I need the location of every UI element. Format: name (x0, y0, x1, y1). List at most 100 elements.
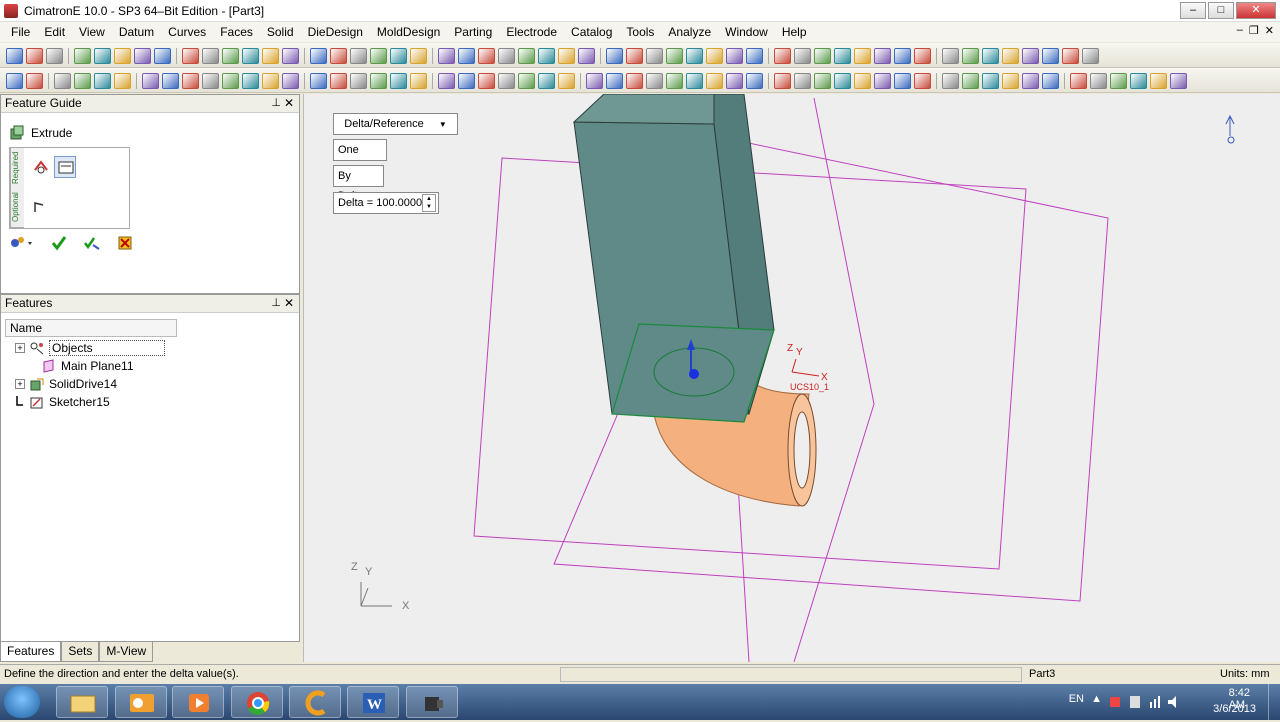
toolbar-tool-icon[interactable] (410, 72, 427, 89)
toolbar-tool-icon[interactable] (202, 72, 219, 89)
toolbar-tool-icon[interactable] (182, 72, 199, 89)
toolbar-tool-icon[interactable] (706, 47, 723, 64)
toolbar-tool-icon[interactable] (162, 72, 179, 89)
select-contour-icon[interactable] (32, 158, 50, 176)
doc-minimize-button[interactable]: – (1237, 24, 1243, 37)
menu-electrode[interactable]: Electrode (499, 25, 564, 39)
toolbar-tool-icon[interactable] (134, 47, 151, 64)
preview-icon[interactable] (9, 235, 35, 251)
pin-icon[interactable]: ⊥ (271, 95, 281, 112)
close-icon[interactable]: ✕ (284, 95, 294, 112)
toolbar-tool-icon[interactable] (894, 72, 911, 89)
toolbar-tool-icon[interactable] (1070, 72, 1087, 89)
toolbar-tool-icon[interactable] (350, 47, 367, 64)
toolbar-tool-icon[interactable] (1002, 72, 1019, 89)
toolbar-tool-icon[interactable] (370, 72, 387, 89)
toolbar-tool-icon[interactable] (74, 72, 91, 89)
toolbar-tool-icon[interactable] (1130, 72, 1147, 89)
toolbar-tool-icon[interactable] (142, 72, 159, 89)
menu-diedesign[interactable]: DieDesign (301, 25, 370, 39)
toolbar-tool-icon[interactable] (54, 72, 71, 89)
toolbar-tool-icon[interactable] (1170, 72, 1187, 89)
delta-spinner[interactable]: ▲ ▼ (422, 194, 436, 212)
toolbar-tool-icon[interactable] (746, 47, 763, 64)
doc-restore-button[interactable]: ❐ (1249, 24, 1259, 37)
tab-features[interactable]: Features (0, 642, 62, 662)
toolbar-tool-icon[interactable] (202, 47, 219, 64)
show-desktop-button[interactable] (1268, 684, 1280, 720)
toolbar-tool-icon[interactable] (894, 47, 911, 64)
toolbar-tool-icon[interactable] (242, 47, 259, 64)
toolbar-tool-icon[interactable] (390, 47, 407, 64)
tab-sets[interactable]: Sets (61, 642, 100, 662)
doc-close-button[interactable]: ✕ (1265, 24, 1274, 37)
taskbar-chrome[interactable] (231, 686, 283, 718)
tree-item-soliddrive[interactable]: + SolidDrive14 (15, 375, 117, 393)
toolbar-tool-icon[interactable] (746, 72, 763, 89)
toolbar-tool-icon[interactable] (914, 47, 931, 64)
toolbar-tool-icon[interactable] (794, 47, 811, 64)
toolbar-tool-icon[interactable] (538, 72, 555, 89)
menu-solid[interactable]: Solid (260, 25, 301, 39)
toolbar-tool-icon[interactable] (330, 72, 347, 89)
toolbar-tool-icon[interactable] (586, 72, 603, 89)
tab-m-view[interactable]: M-View (99, 642, 154, 662)
toolbar-tool-icon[interactable] (578, 47, 595, 64)
toolbar-tool-icon[interactable] (942, 47, 959, 64)
tree-item-objects[interactable]: + Objects (15, 339, 165, 357)
close-icon[interactable]: ✕ (284, 295, 294, 312)
toolbar-tool-icon[interactable] (154, 47, 171, 64)
toolbar-tool-icon[interactable] (46, 47, 63, 64)
toolbar-tool-icon[interactable] (390, 72, 407, 89)
toolbar-tool-icon[interactable] (370, 47, 387, 64)
toolbar-tool-icon[interactable] (310, 47, 327, 64)
menu-parting[interactable]: Parting (447, 25, 499, 39)
toolbar-tool-icon[interactable] (518, 72, 535, 89)
toolbar-tool-icon[interactable] (686, 47, 703, 64)
one-side-button[interactable]: One Side (333, 139, 387, 176)
toolbar-tool-icon[interactable] (222, 72, 239, 89)
toolbar-tool-icon[interactable] (606, 72, 623, 89)
expand-icon[interactable]: + (15, 343, 25, 353)
toolbar-tool-icon[interactable] (726, 47, 743, 64)
toolbar-tool-icon[interactable] (666, 72, 683, 89)
expand-icon[interactable]: + (15, 379, 25, 389)
direction-origin[interactable] (689, 369, 699, 379)
language-indicator[interactable]: EN (1069, 693, 1084, 705)
toolbar-tool-icon[interactable] (114, 47, 131, 64)
tree-item-main-plane[interactable]: Main Plane11 (27, 357, 134, 375)
toolbar-tool-icon[interactable] (518, 47, 535, 64)
toolbar-tool-icon[interactable] (874, 72, 891, 89)
toolbar-tool-icon[interactable] (874, 47, 891, 64)
toolbar-tool-icon[interactable] (666, 47, 683, 64)
toolbar-tool-icon[interactable] (1022, 47, 1039, 64)
toolbar-tool-icon[interactable] (1062, 47, 1079, 64)
toolbar-tool-icon[interactable] (262, 47, 279, 64)
close-button[interactable]: ✕ (1236, 2, 1276, 19)
toolbar-tool-icon[interactable] (1002, 47, 1019, 64)
taskbar-recorder[interactable] (406, 686, 458, 718)
toolbar-tool-icon[interactable] (982, 47, 999, 64)
menu-help[interactable]: Help (775, 25, 814, 39)
delta-reference-dropdown[interactable]: Delta/Reference ▼ (333, 113, 458, 135)
toolbar-tool-icon[interactable] (458, 47, 475, 64)
toolbar-tool-icon[interactable] (282, 72, 299, 89)
toolbar-tool-icon[interactable] (6, 47, 23, 64)
view-gizmo-dot[interactable] (1227, 136, 1235, 144)
toolbar-tool-icon[interactable] (498, 47, 515, 64)
toolbar-tool-icon[interactable] (74, 47, 91, 64)
toolbar-tool-icon[interactable] (606, 47, 623, 64)
menu-catalog[interactable]: Catalog (564, 25, 619, 39)
toolbar-tool-icon[interactable] (982, 72, 999, 89)
toolbar-tool-icon[interactable] (814, 72, 831, 89)
tree-item-sketcher[interactable]: Sketcher15 (15, 393, 110, 411)
menu-faces[interactable]: Faces (213, 25, 260, 39)
toolbar-tool-icon[interactable] (626, 47, 643, 64)
toolbar-tool-icon[interactable] (438, 72, 455, 89)
toolbar-tool-icon[interactable] (478, 47, 495, 64)
taskbar-outlook[interactable] (115, 686, 167, 718)
taskbar-explorer[interactable] (56, 686, 108, 718)
toolbar-tool-icon[interactable] (834, 72, 851, 89)
toolbar-tool-icon[interactable] (774, 47, 791, 64)
menu-tools[interactable]: Tools (619, 25, 661, 39)
